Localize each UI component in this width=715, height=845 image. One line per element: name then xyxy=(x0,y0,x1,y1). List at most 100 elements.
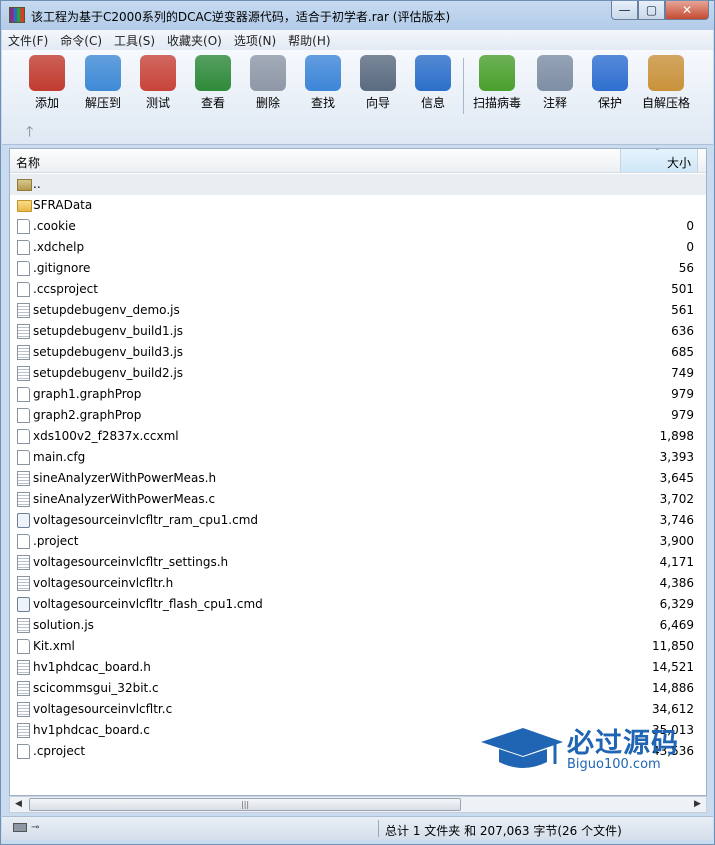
scroll-left-icon[interactable]: ◀ xyxy=(10,797,27,812)
menu-favorites[interactable]: 收藏夹(O) xyxy=(161,32,228,49)
file-name: voltagesourceinvlcfltr.h xyxy=(33,576,174,590)
file-size: 3,702 xyxy=(659,492,694,506)
menu-command[interactable]: 命令(C) xyxy=(54,32,108,49)
file-row[interactable]: .ccsproject 501 xyxy=(10,279,706,300)
comment-button[interactable]: 注释 xyxy=(527,55,583,115)
file-name: main.cfg xyxy=(33,450,86,464)
file-size: 501 xyxy=(671,282,694,296)
file-row[interactable]: setupdebugenv_build1.js 636 xyxy=(10,321,706,342)
sfx-box-icon xyxy=(648,55,684,91)
grip-icon: ||| xyxy=(241,800,250,809)
file-icon xyxy=(17,240,30,255)
window-title: 该工程为基于C2000系列的DCAC逆变器源代码，适合于初学者.rar (评估版… xyxy=(31,10,451,24)
add-button[interactable]: 添加 xyxy=(19,55,75,115)
view-button[interactable]: 查看 xyxy=(185,55,241,115)
file-icon xyxy=(17,681,30,696)
file-name: .xdchelp xyxy=(33,240,85,254)
file-row[interactable]: voltagesourceinvlcfltr.h 4,386 xyxy=(10,573,706,594)
menu-file[interactable]: 文件(F) xyxy=(2,32,54,49)
file-row[interactable]: xds100v2_f2837x.ccxml 1,898 xyxy=(10,426,706,447)
scroll-right-icon[interactable]: ▶ xyxy=(689,797,706,812)
sfx-button[interactable]: 自解压格 xyxy=(638,55,694,115)
minimize-icon: — xyxy=(618,3,631,17)
menu-tools[interactable]: 工具(S) xyxy=(108,32,161,49)
file-row[interactable]: main.cfg 3,393 xyxy=(10,447,706,468)
file-icon xyxy=(17,702,30,717)
file-row[interactable]: setupdebugenv_build3.js 685 xyxy=(10,342,706,363)
test-button[interactable]: 测试 xyxy=(130,55,186,115)
file-row[interactable]: voltagesourceinvlcfltr_ram_cpu1.cmd 3,746 xyxy=(10,510,706,531)
drive-icon[interactable] xyxy=(13,823,27,832)
file-row[interactable]: .project 3,900 xyxy=(10,531,706,552)
wizard-button[interactable]: 向导 xyxy=(350,55,406,115)
file-row[interactable]: .cookie 0 xyxy=(10,216,706,237)
key-icon[interactable]: ⊸ xyxy=(31,822,39,833)
menu-options[interactable]: 选项(N) xyxy=(228,32,282,49)
find-button[interactable]: 查找 xyxy=(295,55,351,115)
file-icon xyxy=(17,408,30,423)
close-icon: ✕ xyxy=(681,3,693,17)
file-row[interactable]: sineAnalyzerWithPowerMeas.h 3,645 xyxy=(10,468,706,489)
up-folder-icon[interactable]: 🡑 xyxy=(26,121,33,145)
file-row[interactable]: .. xyxy=(10,174,706,195)
scroll-thumb[interactable]: ||| xyxy=(29,798,461,811)
file-row[interactable]: graph1.graphProp 979 xyxy=(10,384,706,405)
sort-ascending-icon: ˄ xyxy=(655,148,660,158)
add-archive-icon xyxy=(29,55,65,91)
file-row[interactable]: sineAnalyzerWithPowerMeas.c 3,702 xyxy=(10,489,706,510)
winrar-window: 该工程为基于C2000系列的DCAC逆变器源代码，适合于初学者.rar (评估版… xyxy=(0,0,715,845)
file-row[interactable]: voltagesourceinvlcfltr_settings.h 4,171 xyxy=(10,552,706,573)
file-name: sineAnalyzerWithPowerMeas.h xyxy=(33,471,217,485)
folder-icon xyxy=(17,200,32,212)
file-row[interactable]: hv1phdcac_board.h 14,521 xyxy=(10,657,706,678)
file-name: SFRAData xyxy=(33,198,93,212)
delete-button[interactable]: 删除 xyxy=(240,55,296,115)
winrar-app-icon[interactable] xyxy=(9,7,25,23)
virus-scan-icon xyxy=(479,55,515,91)
menu-help[interactable]: 帮助(H) xyxy=(282,32,336,49)
file-name: .gitignore xyxy=(33,261,91,275)
minimize-button[interactable]: — xyxy=(611,1,638,20)
file-row[interactable]: graph2.graphProp 979 xyxy=(10,405,706,426)
maximize-button[interactable]: ▢ xyxy=(638,1,665,20)
file-name: setupdebugenv_build3.js xyxy=(33,345,184,359)
file-rows: .. SFRAData .cookie 0 .xdchelp 0 .gitignore 56.… xyxy=(10,174,706,762)
file-row[interactable]: scicommsgui_32bit.c 14,886 xyxy=(10,678,706,699)
info-button[interactable]: 信息 xyxy=(405,55,461,115)
file-icon xyxy=(17,324,30,339)
file-row[interactable]: .xdchelp 0 xyxy=(10,237,706,258)
file-name: .cookie xyxy=(33,219,76,233)
file-size: 4,171 xyxy=(659,555,694,569)
virus-scan-button[interactable]: 扫描病毒 xyxy=(469,55,525,115)
file-icon xyxy=(17,744,30,759)
file-icon xyxy=(17,282,30,297)
file-list[interactable]: 名称 ˄ 大小 .. SFRAData .cookie 0 .xdchelp 0 .giti… xyxy=(9,148,707,796)
file-row[interactable]: Kit.xml 11,850 xyxy=(10,636,706,657)
column-header-name[interactable]: 名称 xyxy=(16,154,40,171)
file-row[interactable]: .gitignore 56 xyxy=(10,258,706,279)
file-row[interactable]: voltagesourceinvlcfltr_flash_cpu1.cmd 6,3… xyxy=(10,594,706,615)
file-size: 14,521 xyxy=(652,660,694,674)
info-icon xyxy=(415,55,451,91)
file-row[interactable]: setupdebugenv_demo.js 561 xyxy=(10,300,706,321)
file-name: voltagesourceinvlcfltr_settings.h xyxy=(33,555,229,569)
comment-icon xyxy=(537,55,573,91)
close-button[interactable]: ✕ xyxy=(665,1,709,20)
file-size: 4,386 xyxy=(659,576,694,590)
search-magnifier-icon xyxy=(305,55,341,91)
file-icon xyxy=(17,387,30,402)
file-row[interactable]: SFRAData xyxy=(10,195,706,216)
extract-to-button[interactable]: 解压到 xyxy=(75,55,131,115)
file-row[interactable]: setupdebugenv_build2.js 749 xyxy=(10,363,706,384)
file-row[interactable]: voltagesourceinvlcfltr.c 34,612 xyxy=(10,699,706,720)
horizontal-scrollbar[interactable]: ◀ ||| ▶ xyxy=(9,796,707,813)
title-bar[interactable]: 该工程为基于C2000系列的DCAC逆变器源代码，适合于初学者.rar (评估版… xyxy=(1,1,714,30)
status-separator xyxy=(378,820,379,837)
file-row[interactable]: solution.js 6,469 xyxy=(10,615,706,636)
file-size: 56 xyxy=(678,261,694,275)
toolbar: 添加 解压到 测试 查看 删除 查找 向导 信息 扫描病毒 注释 保护 自解压格… xyxy=(2,50,713,145)
protect-button[interactable]: 保护 xyxy=(582,55,638,115)
file-size: 3,746 xyxy=(659,513,694,527)
file-icon xyxy=(17,576,30,591)
column-header-size[interactable]: ˄ 大小 xyxy=(620,149,698,172)
